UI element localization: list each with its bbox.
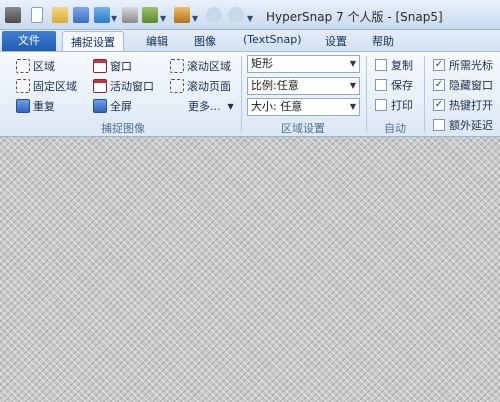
size-value: 大小: 任意 xyxy=(251,100,303,113)
scroll-region-button[interactable]: 滚动区域 xyxy=(170,57,231,75)
cursor-label: 所需光标 xyxy=(449,59,493,72)
upload-icon[interactable] xyxy=(94,7,110,23)
size-dropdown[interactable]: 大小: 任意 ▼ xyxy=(247,98,360,116)
ratio-value: 比例:任意 xyxy=(251,79,299,92)
tab-settings[interactable]: 设置 xyxy=(325,33,347,49)
shape-value: 矩形 xyxy=(251,57,273,70)
auto-copy-checkbox[interactable]: 复制 xyxy=(375,57,413,73)
auto-save-label: 保存 xyxy=(391,79,413,92)
auto-print-checkbox[interactable]: 打印 xyxy=(375,97,413,113)
chevron-down-icon: ▼ xyxy=(227,101,234,111)
extra-delay-label: 额外延迟 xyxy=(449,119,493,132)
hotkey-label: 热键打开 xyxy=(449,99,493,112)
fixed-region-label: 固定区域 xyxy=(33,80,77,93)
undo-icon[interactable] xyxy=(206,7,222,23)
capture-group-label: 捕捉图像 xyxy=(101,122,145,135)
window-title: HyperSnap 7 个人版 - [Snap5] xyxy=(266,10,443,24)
scroll-page-button[interactable]: 滚动页面 xyxy=(170,77,231,95)
scroll-region-icon xyxy=(170,59,184,73)
window-icon[interactable] xyxy=(142,7,158,23)
fixed-region-button[interactable]: 固定区域 xyxy=(16,77,77,95)
checkbox-box: ✓ xyxy=(433,59,445,71)
auto-save-checkbox[interactable]: 保存 xyxy=(375,77,413,93)
capture-icon[interactable] xyxy=(174,7,190,23)
divider xyxy=(366,56,367,132)
divider xyxy=(424,56,425,132)
more-label: 更多... xyxy=(188,100,221,113)
full-screen-button[interactable]: 全屏 xyxy=(93,97,132,115)
image-workspace[interactable] xyxy=(0,137,500,402)
scroll-page-label: 滚动页面 xyxy=(187,80,231,93)
hide-window-label: 隐藏窗口 xyxy=(449,79,493,92)
window-capture-icon xyxy=(93,59,107,73)
more-button[interactable]: 更多... ▼ xyxy=(188,97,234,115)
checkbox-box: ✓ xyxy=(433,99,445,111)
tab-edit[interactable]: 编辑 xyxy=(146,33,168,49)
auto-print-label: 打印 xyxy=(391,99,413,112)
tab-image[interactable]: 图像 xyxy=(194,33,216,49)
chevron-down-icon[interactable]: ▼ xyxy=(160,14,166,23)
ribbon: 区域 固定区域 重复 窗口 活动窗口 全屏 滚动区域 滚动页面 更多... ▼ … xyxy=(0,51,500,137)
auto-copy-label: 复制 xyxy=(391,59,413,72)
new-icon[interactable] xyxy=(31,7,43,23)
region-button[interactable]: 区域 xyxy=(16,57,55,75)
window-label: 窗口 xyxy=(110,60,132,73)
hide-window-checkbox[interactable]: ✓ 隐藏窗口 xyxy=(433,77,493,93)
checkbox-box xyxy=(375,79,387,91)
tab-file[interactable]: 文件 xyxy=(2,31,56,51)
window-button[interactable]: 窗口 xyxy=(93,57,132,75)
open-icon[interactable] xyxy=(52,7,68,23)
scroll-region-label: 滚动区域 xyxy=(187,60,231,73)
repeat-button[interactable]: 重复 xyxy=(16,97,55,115)
extra-delay-checkbox[interactable]: 额外延迟 xyxy=(433,117,493,133)
chevron-down-icon[interactable]: ▼ xyxy=(192,14,198,23)
region-icon xyxy=(16,59,30,73)
hotkey-checkbox[interactable]: ✓ 热键打开 xyxy=(433,97,493,113)
checkbox-box xyxy=(433,119,445,131)
tab-capture-settings[interactable]: 捕捉设置 xyxy=(62,31,124,52)
print-icon[interactable] xyxy=(122,7,138,23)
repeat-label: 重复 xyxy=(33,100,55,113)
app-icon[interactable] xyxy=(5,7,21,23)
chevron-down-icon: ▼ xyxy=(349,102,356,111)
fixed-region-icon xyxy=(16,79,30,93)
region-group-label: 区域设置 xyxy=(281,122,325,135)
chevron-down-icon: ▼ xyxy=(349,81,356,90)
checkbox-box xyxy=(375,59,387,71)
auto-group-label: 自动 xyxy=(384,122,406,135)
checkbox-box xyxy=(375,99,387,111)
title-bar: ▼ ▼ ▼ ▼ HyperSnap 7 个人版 - [Snap5] xyxy=(0,0,500,30)
ratio-dropdown[interactable]: 比例:任意 ▼ xyxy=(247,77,360,95)
repeat-icon xyxy=(16,99,30,113)
cursor-checkbox[interactable]: ✓ 所需光标 xyxy=(433,57,493,73)
active-window-label: 活动窗口 xyxy=(110,80,154,93)
scroll-page-icon xyxy=(170,79,184,93)
divider xyxy=(241,56,242,132)
active-window-icon xyxy=(93,79,107,93)
ribbon-tabs: 文件 捕捉设置 编辑 图像 (TextSnap) 设置 帮助 xyxy=(0,30,500,52)
chevron-down-icon: ▼ xyxy=(349,59,356,68)
full-screen-label: 全屏 xyxy=(110,100,132,113)
region-label: 区域 xyxy=(33,60,55,73)
tab-help[interactable]: 帮助 xyxy=(372,33,394,49)
shape-dropdown[interactable]: 矩形 ▼ xyxy=(247,55,360,73)
redo-icon[interactable] xyxy=(228,7,244,23)
tab-textsnap[interactable]: (TextSnap) xyxy=(243,33,302,46)
checkbox-box: ✓ xyxy=(433,79,445,91)
full-screen-icon xyxy=(93,99,107,113)
save-icon[interactable] xyxy=(73,7,89,23)
active-window-button[interactable]: 活动窗口 xyxy=(93,77,154,95)
chevron-down-icon[interactable]: ▼ xyxy=(111,14,117,23)
chevron-down-icon[interactable]: ▼ xyxy=(247,14,253,23)
